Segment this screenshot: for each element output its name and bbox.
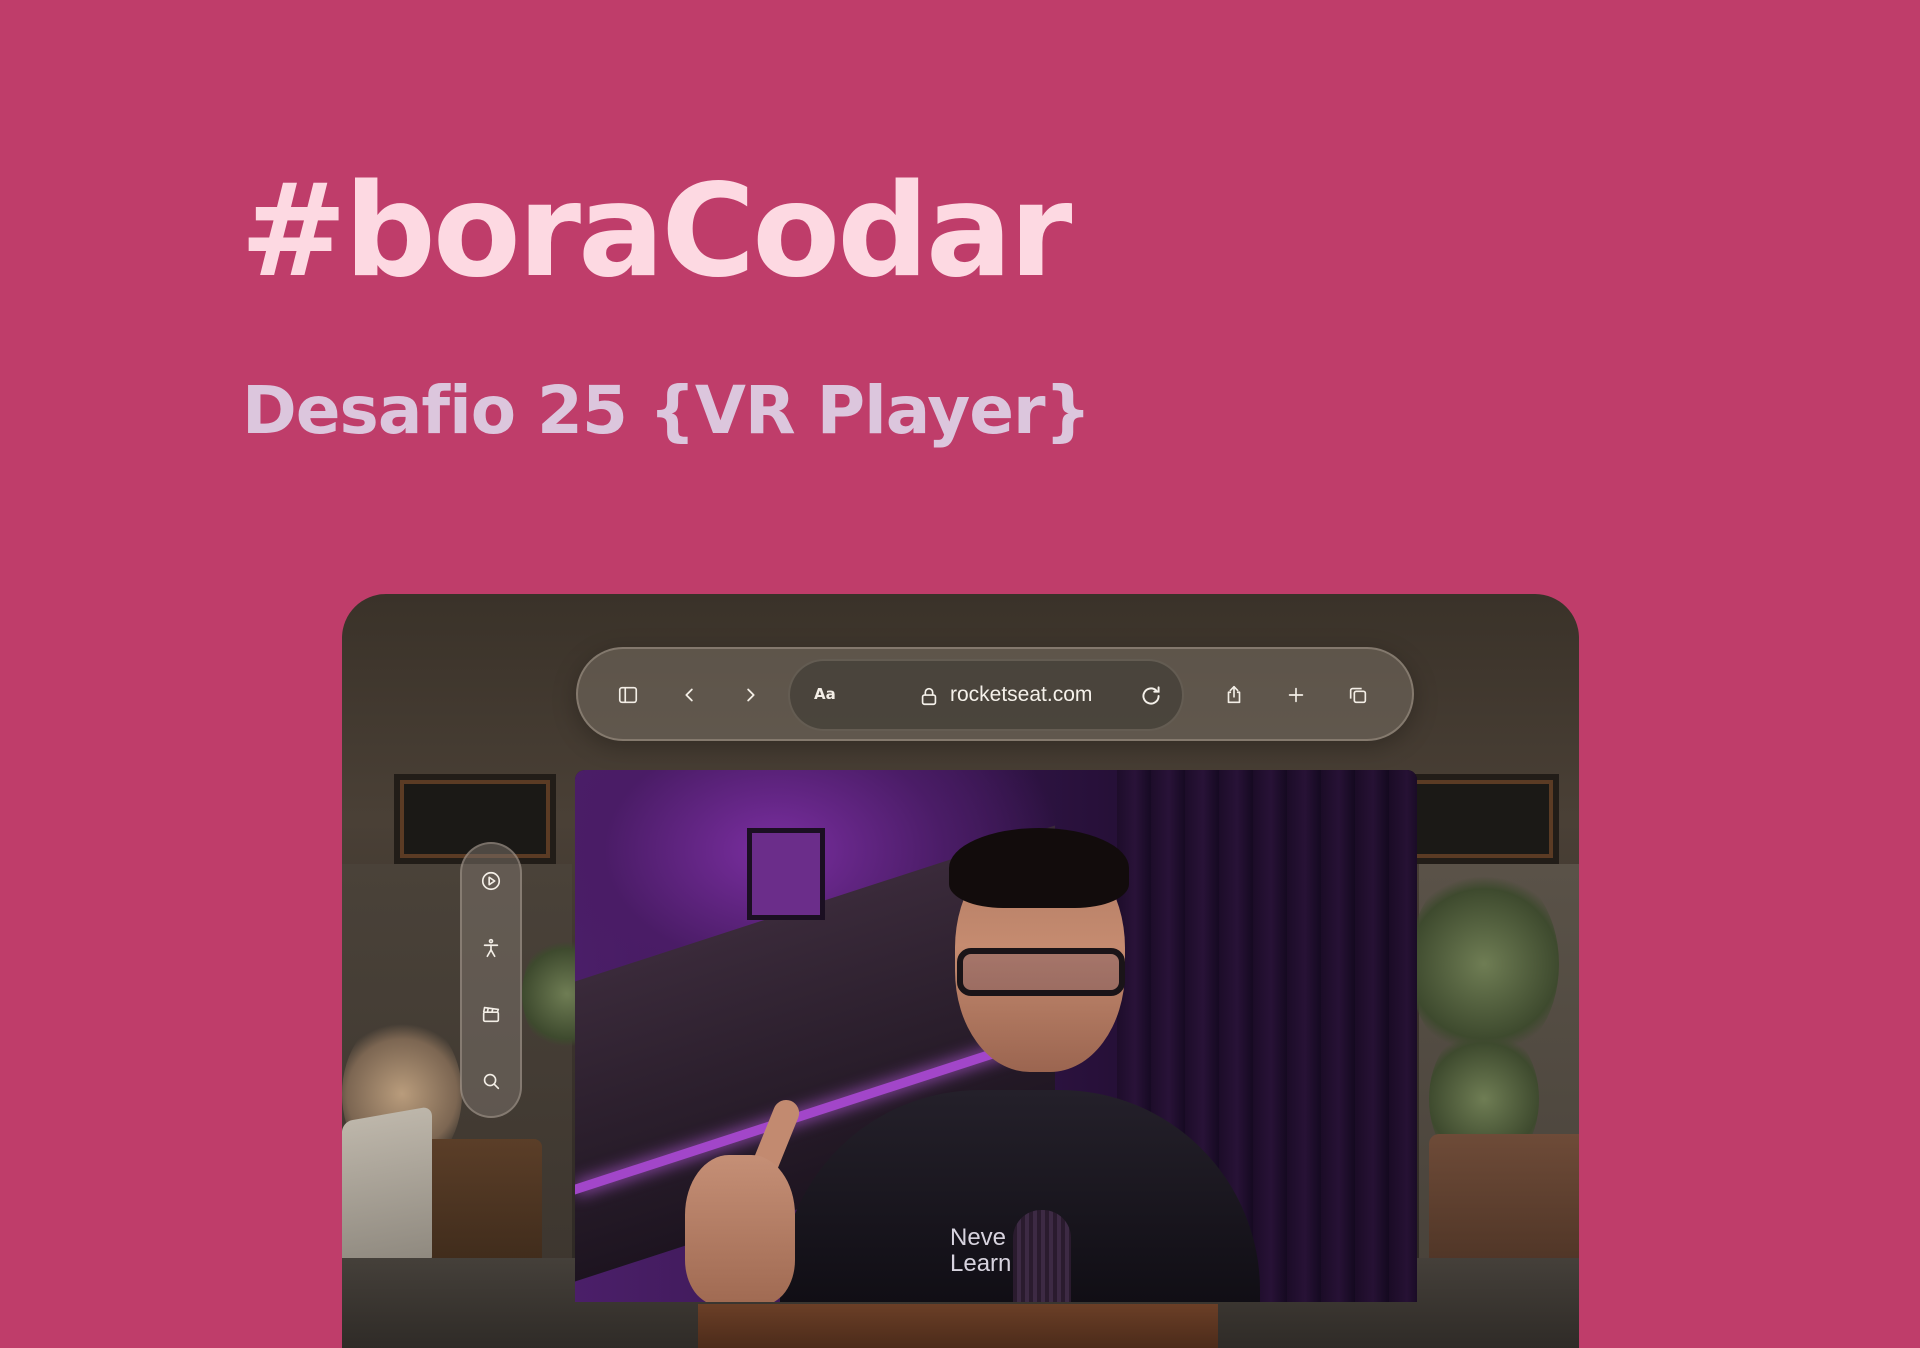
accessibility-icon — [483, 938, 499, 958]
plus-icon — [1288, 687, 1304, 703]
tabs-overview-button[interactable] — [1338, 675, 1378, 715]
page-title: #boraCodar — [240, 157, 1072, 306]
video-microphone — [1013, 1210, 1071, 1302]
tabs-overview-icon — [1349, 687, 1367, 704]
play-button[interactable] — [470, 860, 512, 902]
reload-icon[interactable] — [1138, 683, 1164, 709]
page: #boraCodar Desafio 25 {VR Player} Aa roc… — [0, 0, 1920, 1348]
vr-side-toolbar — [460, 842, 522, 1118]
sidebar-toggle-icon[interactable] — [608, 675, 648, 715]
search-button[interactable] — [470, 1060, 512, 1102]
room-bench — [698, 1304, 1218, 1348]
clapperboard-icon — [482, 1006, 500, 1023]
address-bar[interactable]: Aa rocketseat.com — [788, 659, 1184, 731]
new-tab-button[interactable] — [1276, 675, 1316, 715]
clapperboard-button[interactable] — [470, 993, 512, 1035]
share-button[interactable] — [1214, 675, 1254, 715]
share-icon — [1227, 685, 1241, 704]
video-presenter-hair — [949, 828, 1129, 908]
reader-mode-button[interactable]: Aa — [814, 685, 836, 703]
play-circle-icon — [481, 871, 501, 891]
video-shirt-text: Neve Learn — [950, 1224, 1012, 1277]
search-icon — [483, 1073, 500, 1090]
url-text: rocketseat.com — [950, 683, 1093, 706]
accessibility-button[interactable] — [470, 927, 512, 969]
chevron-left-icon — [685, 688, 693, 702]
room-chair — [342, 1106, 432, 1282]
video-presenter-hand — [685, 1155, 795, 1302]
video-wall-frame — [747, 828, 825, 920]
back-button[interactable] — [670, 675, 710, 715]
room-window-right — [1397, 774, 1559, 864]
lock-icon — [921, 687, 937, 706]
browser-toolbar: Aa rocketseat.com — [576, 647, 1414, 741]
page-subtitle: Desafio 25 {VR Player} — [242, 372, 1092, 449]
forward-button[interactable] — [730, 675, 770, 715]
video-player[interactable]: Neve Learn — [575, 770, 1417, 1302]
video-presenter-glasses — [957, 948, 1125, 996]
chevron-right-icon — [747, 688, 755, 702]
